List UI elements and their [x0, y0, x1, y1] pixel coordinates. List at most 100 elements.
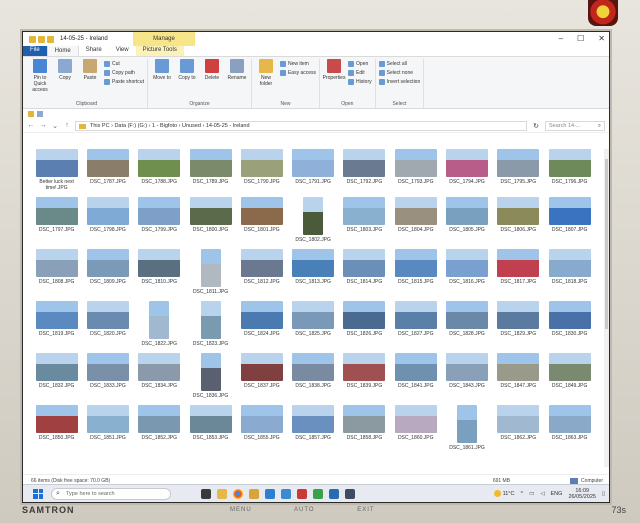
store-icon[interactable] — [281, 488, 291, 499]
file-thumbnail[interactable]: DSC_1815.JPG — [390, 249, 441, 295]
paste-shortcut-button[interactable]: Paste shortcut — [104, 79, 144, 85]
file-thumbnail[interactable]: DSC_1816.JPG — [441, 249, 492, 295]
context-tab-manage[interactable]: Manage — [133, 32, 195, 46]
file-thumbnail[interactable]: DSC_1811.JPG — [185, 249, 236, 295]
file-thumbnail[interactable]: DSC_1858.JPG — [339, 405, 390, 451]
file-thumbnail[interactable]: DSC_1795.JPG — [493, 149, 544, 191]
file-thumbnail[interactable]: DSC_1830.JPG — [544, 301, 595, 347]
file-thumbnail[interactable]: DSC_1838.JPG — [287, 353, 338, 399]
file-view[interactable]: Better luck next time!.JPG DSC_1787.JPG DS… — [23, 147, 609, 474]
app-icon-green[interactable] — [313, 488, 323, 499]
refresh-icon[interactable]: ↻ — [531, 122, 541, 130]
file-thumbnail[interactable]: DSC_1853.JPG — [185, 405, 236, 451]
file-thumbnail[interactable]: DSC_1807.JPG — [544, 197, 595, 243]
vertical-scrollbar[interactable] — [604, 149, 609, 467]
file-thumbnail[interactable]: DSC_1860.JPG — [390, 405, 441, 451]
chrome-icon[interactable] — [233, 488, 243, 499]
file-thumbnail[interactable]: DSC_1790.JPG — [236, 149, 287, 191]
network-icon[interactable]: ▭ — [529, 491, 534, 497]
file-thumbnail[interactable]: DSC_1787.JPG — [82, 149, 133, 191]
file-thumbnail[interactable]: DSC_1862.JPG — [493, 405, 544, 451]
close-icon[interactable]: ✕ — [598, 34, 605, 43]
file-thumbnail[interactable]: DSC_1813.JPG — [287, 249, 338, 295]
file-thumbnail[interactable]: DSC_1829.JPG — [493, 301, 544, 347]
cut-button[interactable]: Cut — [104, 61, 144, 67]
file-thumbnail[interactable]: Better luck next time!.JPG — [31, 149, 82, 191]
file-thumbnail[interactable]: DSC_1805.JPG — [441, 197, 492, 243]
photos-icon[interactable] — [265, 488, 275, 499]
edit-button[interactable]: Edit — [348, 70, 372, 76]
file-explorer-icon[interactable] — [217, 488, 227, 499]
move-to-button[interactable]: Move to — [151, 59, 173, 101]
monitor-menu-button[interactable]: MENU — [230, 507, 252, 513]
file-thumbnail[interactable]: DSC_1820.JPG — [82, 301, 133, 347]
file-thumbnail[interactable]: DSC_1819.JPG — [31, 301, 82, 347]
file-thumbnail[interactable]: DSC_1826.JPG — [339, 301, 390, 347]
file-thumbnail[interactable]: DSC_1824.JPG — [236, 301, 287, 347]
up-icon[interactable]: ↑ — [63, 122, 71, 129]
delete-button[interactable]: Delete — [201, 59, 223, 101]
file-thumbnail[interactable]: DSC_1803.JPG — [339, 197, 390, 243]
volume-icon[interactable]: ◁ — [540, 491, 544, 497]
file-thumbnail[interactable]: DSC_1796.JPG — [544, 149, 595, 191]
history-button[interactable]: History — [348, 79, 372, 85]
file-thumbnail[interactable]: DSC_1814.JPG — [339, 249, 390, 295]
invert-selection-button[interactable]: Invert selection — [378, 79, 420, 85]
copy-button[interactable]: Copy — [54, 59, 76, 101]
task-view-icon[interactable] — [201, 488, 211, 499]
copy-to-button[interactable]: Copy to — [176, 59, 198, 101]
file-thumbnail[interactable]: DSC_1802.JPG — [287, 197, 338, 243]
file-thumbnail[interactable]: DSC_1847.JPG — [493, 353, 544, 399]
file-thumbnail[interactable]: DSC_1804.JPG — [390, 197, 441, 243]
folder-icon[interactable] — [29, 35, 36, 43]
file-thumbnail[interactable]: DSC_1837.JPG — [236, 353, 287, 399]
file-thumbnail[interactable]: DSC_1817.JPG — [493, 249, 544, 295]
tab-view[interactable]: View — [109, 45, 136, 56]
select-none-button[interactable]: Select none — [378, 70, 421, 76]
app-icon-red[interactable] — [297, 488, 307, 499]
select-all-button[interactable]: Select all — [378, 61, 421, 67]
back-icon[interactable]: ← — [27, 122, 35, 129]
monitor-auto-button[interactable]: AUTO — [294, 507, 315, 513]
recent-chevron-icon[interactable]: ⌄ — [51, 122, 59, 130]
file-thumbnail[interactable]: DSC_1836.JPG — [185, 353, 236, 399]
minimize-icon[interactable]: – — [559, 34, 563, 43]
save-icon[interactable] — [37, 111, 43, 117]
start-button[interactable] — [33, 488, 43, 499]
tab-picture-tools[interactable]: Picture Tools — [135, 45, 184, 56]
file-thumbnail[interactable]: DSC_1808.JPG — [31, 249, 82, 295]
file-thumbnail[interactable]: DSC_1850.JPG — [31, 405, 82, 451]
file-thumbnail[interactable]: DSC_1788.JPG — [134, 149, 185, 191]
file-thumbnail[interactable]: DSC_1828.JPG — [441, 301, 492, 347]
file-thumbnail[interactable]: DSC_1810.JPG — [134, 249, 185, 295]
clock[interactable]: 16:09 26/05/2025 — [568, 488, 596, 500]
file-thumbnail[interactable]: DSC_1818.JPG — [544, 249, 595, 295]
properties-button[interactable]: Properties — [323, 59, 345, 101]
file-thumbnail[interactable]: DSC_1800.JPG — [185, 197, 236, 243]
easy-access-button[interactable]: Easy access — [279, 70, 316, 76]
file-thumbnail[interactable]: DSC_1839.JPG — [339, 353, 390, 399]
monitor-exit-button[interactable]: EXIT — [357, 507, 374, 513]
file-thumbnail[interactable]: DSC_1851.JPG — [82, 405, 133, 451]
tray-chevron-icon[interactable]: ^ — [520, 491, 523, 497]
properties-icon[interactable] — [38, 35, 45, 43]
folder-icon[interactable] — [28, 111, 34, 117]
file-thumbnail[interactable]: DSC_1806.JPG — [493, 197, 544, 243]
file-thumbnail[interactable]: DSC_1832.JPG — [31, 353, 82, 399]
file-thumbnail[interactable]: DSC_1809.JPG — [82, 249, 133, 295]
new-item-button[interactable]: New item — [279, 61, 316, 67]
file-thumbnail[interactable]: DSC_1823.JPG — [185, 301, 236, 347]
rename-button[interactable]: Rename — [226, 59, 248, 101]
file-thumbnail[interactable]: DSC_1827.JPG — [390, 301, 441, 347]
address-path[interactable]: This PC › Data (F:) (G:) › 1 - Bigfoto ›… — [75, 120, 527, 131]
taskbar-search[interactable]: Type here to search — [51, 487, 171, 500]
new-folder-button[interactable]: New folder — [255, 59, 277, 101]
folder-app-icon[interactable] — [249, 488, 259, 499]
open-button[interactable]: Open — [348, 61, 372, 67]
file-thumbnail[interactable]: DSC_1849.JPG — [544, 353, 595, 399]
file-thumbnail[interactable]: DSC_1855.JPG — [236, 405, 287, 451]
file-thumbnail[interactable]: DSC_1822.JPG — [134, 301, 185, 347]
file-thumbnail[interactable]: DSC_1861.JPG — [441, 405, 492, 451]
file-thumbnail[interactable]: DSC_1812.JPG — [236, 249, 287, 295]
file-thumbnail[interactable]: DSC_1825.JPG — [287, 301, 338, 347]
